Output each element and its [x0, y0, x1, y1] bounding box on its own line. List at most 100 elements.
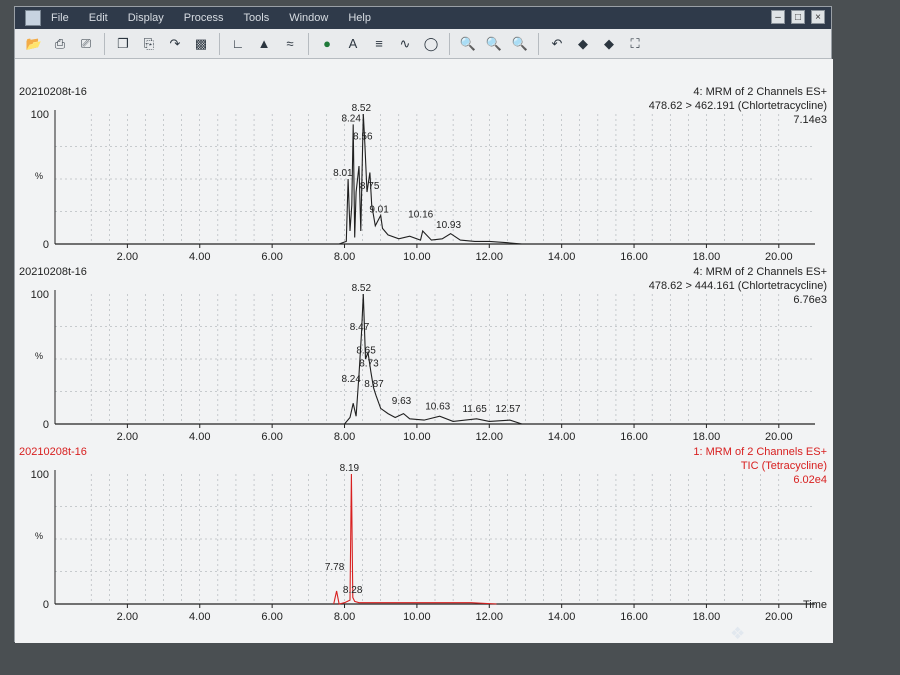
smooth-icon[interactable]: ∿	[394, 33, 416, 55]
peak-label: 10.93	[436, 220, 461, 231]
y-tick-label: 0	[43, 239, 49, 251]
x-tick-label: 14.00	[548, 251, 576, 263]
zoom-y-icon[interactable]: 🔍	[509, 33, 531, 55]
y-tick-label: 100	[31, 289, 49, 301]
toolbar-separator	[538, 32, 539, 55]
x-tick-label: 18.00	[693, 431, 721, 443]
subtract-icon[interactable]: ≡	[368, 33, 390, 55]
refine-icon[interactable]: ◯	[420, 33, 442, 55]
peak-label: 8.19	[340, 463, 360, 474]
masslynx-window: File Edit Display Process Tools Window H…	[14, 6, 833, 643]
trace-intensity: 6.02e4	[793, 474, 827, 486]
y-tick-label: 0	[43, 419, 49, 431]
peak-label: 8.52	[352, 283, 372, 294]
trace-transition: 478.62 > 444.161 (Chlortetracycline)	[649, 280, 827, 292]
x-tick-label: 12.00	[476, 431, 504, 443]
peak-label: 8.65	[356, 345, 376, 356]
x-tick-label: 10.00	[403, 251, 431, 263]
menu-window[interactable]: Window	[289, 12, 328, 24]
peak-label: 9.01	[369, 204, 389, 215]
pan-left-icon[interactable]: ◆	[572, 33, 594, 55]
close-button[interactable]: ×	[811, 10, 825, 24]
menu-bar: File Edit Display Process Tools Window H…	[15, 7, 831, 29]
peak-label: 12.57	[495, 404, 520, 415]
x-tick-label: 10.00	[403, 431, 431, 443]
y-axis-label: %	[35, 351, 43, 361]
peak-label: 8.87	[364, 379, 384, 390]
x-tick-label: 16.00	[620, 251, 648, 263]
x-tick-label: 20.00	[765, 431, 793, 443]
label-icon[interactable]: A	[342, 33, 364, 55]
undo-zoom-icon[interactable]: ↶	[546, 33, 568, 55]
y-axis-label: %	[35, 531, 43, 541]
y-tick-label: 100	[31, 469, 49, 481]
menu-process[interactable]: Process	[184, 12, 224, 24]
peak-label: 11.65	[462, 404, 487, 415]
print-icon[interactable]: ⎙	[49, 33, 71, 55]
chromatogram-svg[interactable]: 20210208t-16 4: MRM of 2 Channels ES+ 478.…	[15, 59, 833, 643]
sample-name: 20210208t-16	[19, 86, 87, 98]
menu-edit[interactable]: Edit	[89, 12, 108, 24]
toolbar-separator	[219, 32, 220, 55]
toolbar: 📂 ⎙ ⎚ ❐ ⎘ ↷ ▩ ∟ ▲ ≈ ● A ≡ ∿ ◯ 🔍 🔍 🔍 ↶ ◆ …	[15, 29, 831, 59]
y-tick-label: 0	[43, 599, 49, 611]
print-preview-icon[interactable]: ⎚	[75, 33, 97, 55]
y-axis-label: %	[35, 171, 43, 181]
x-tick-label: 10.00	[403, 611, 431, 623]
paste-icon[interactable]: ⎘	[138, 33, 160, 55]
trace-title: 4: MRM of 2 Channels ES+	[693, 266, 827, 278]
fit-icon[interactable]: ⛶	[624, 33, 646, 55]
x-tick-label: 20.00	[765, 611, 793, 623]
copy-icon[interactable]: ❐	[112, 33, 134, 55]
x-tick-label: 8.00	[334, 431, 355, 443]
window-controls: – □ ×	[771, 10, 825, 24]
x-tick-label: 6.00	[261, 431, 282, 443]
peak-label: 7.78	[325, 562, 345, 573]
zoom-x-icon[interactable]: 🔍	[483, 33, 505, 55]
x-tick-label: 14.00	[548, 431, 576, 443]
x-tick-label: 6.00	[261, 611, 282, 623]
x-tick-label: 16.00	[620, 431, 648, 443]
x-tick-label: 18.00	[693, 251, 721, 263]
peak-detect-icon[interactable]: ▲	[253, 33, 275, 55]
x-tick-label: 14.00	[548, 611, 576, 623]
minimize-button[interactable]: –	[771, 10, 785, 24]
trace-title: 1: MRM of 2 Channels ES+	[693, 446, 827, 458]
menu-display[interactable]: Display	[128, 12, 164, 24]
x-tick-label: 8.00	[334, 611, 355, 623]
export-icon[interactable]: ↷	[164, 33, 186, 55]
open-icon[interactable]: 📂	[23, 33, 45, 55]
sample-name: 20210208t-16	[19, 266, 87, 278]
trace-intensity: 6.76e3	[793, 294, 827, 306]
x-tick-label: 20.00	[765, 251, 793, 263]
x-tick-label: 2.00	[117, 431, 138, 443]
integrate-icon[interactable]: ●	[316, 33, 338, 55]
chromatogram-area: 20210208t-16 4: MRM of 2 Channels ES+ 478.…	[15, 59, 833, 643]
zoom-in-icon[interactable]: 🔍	[457, 33, 479, 55]
pan-right-icon[interactable]: ◆	[598, 33, 620, 55]
trace-intensity: 7.14e3	[793, 114, 827, 126]
peak-label: 8.47	[350, 322, 370, 333]
trace-transition: TIC (Tetracycline)	[741, 460, 827, 472]
trace-transition: 478.62 > 462.191 (Chlortetracycline)	[649, 100, 827, 112]
peak-label: 8.28	[343, 585, 363, 596]
chromatogram-icon[interactable]: ≈	[279, 33, 301, 55]
peak-label: 10.63	[425, 401, 450, 412]
sample-name: 20210208t-16	[19, 446, 87, 458]
menu-file[interactable]: File	[51, 12, 69, 24]
app-icon[interactable]	[25, 10, 41, 26]
peak-label: 8.75	[360, 181, 380, 192]
menu-tools[interactable]: Tools	[244, 12, 270, 24]
x-tick-label: 2.00	[117, 611, 138, 623]
peak-label: 10.16	[408, 210, 433, 221]
menu-help[interactable]: Help	[348, 12, 371, 24]
x-tick-label: 4.00	[189, 611, 210, 623]
spectrum-icon[interactable]: ∟	[227, 33, 249, 55]
y-tick-label: 100	[31, 109, 49, 121]
save-icon[interactable]: ▩	[190, 33, 212, 55]
peak-label: 8.24	[341, 374, 361, 385]
trace-title: 4: MRM of 2 Channels ES+	[693, 86, 827, 98]
watermark-logo: ❖	[730, 624, 746, 644]
maximize-button[interactable]: □	[791, 10, 805, 24]
toolbar-separator	[104, 32, 105, 55]
